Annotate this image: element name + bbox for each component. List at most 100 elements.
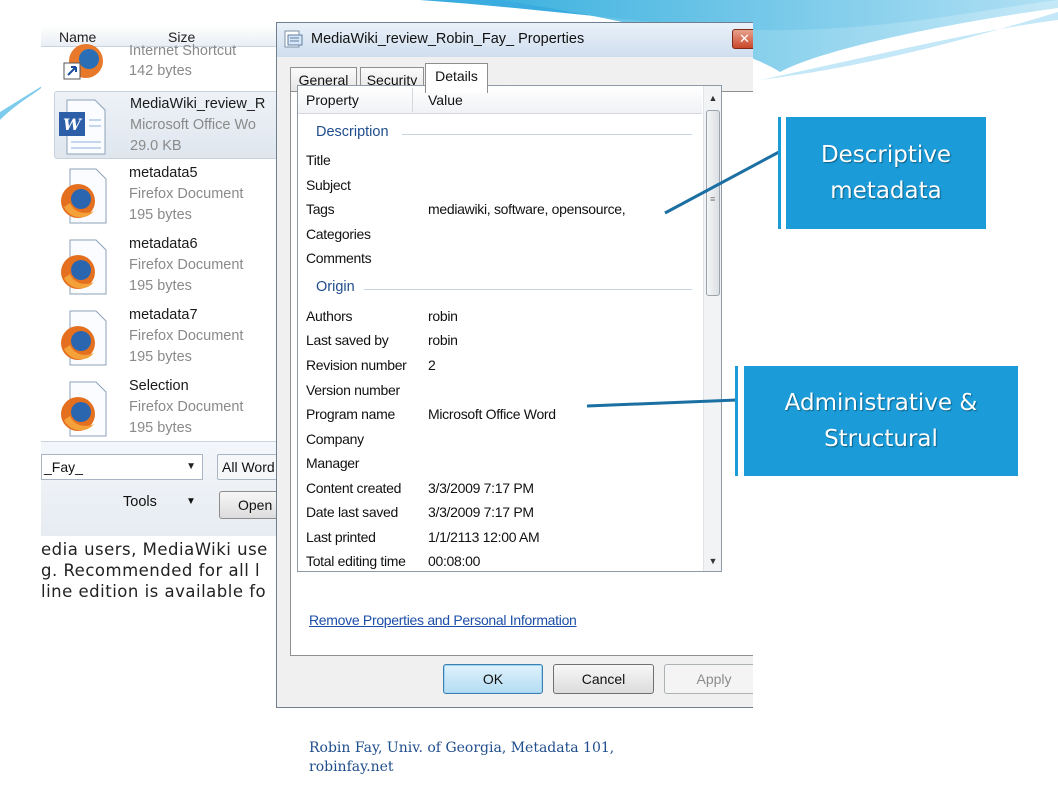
file-size: 195 bytes: [129, 207, 192, 223]
callout-line: Administrative &: [784, 390, 978, 416]
file-name: metadata7: [129, 307, 198, 323]
remove-properties-link[interactable]: Remove Properties and Personal Informati…: [309, 612, 577, 628]
property-row[interactable]: Authors robin: [298, 306, 702, 330]
file-type: Firefox Document: [129, 399, 244, 415]
file-item-metadata7[interactable]: metadata7 Firefox Document 195 bytes: [54, 303, 281, 371]
open-button[interactable]: Open: [219, 491, 281, 519]
ok-button[interactable]: OK: [443, 664, 543, 694]
property-row[interactable]: Manager: [298, 453, 702, 477]
file-type: Microsoft Office Wo: [130, 117, 256, 133]
callout-bar-administrative: [735, 366, 738, 476]
property-row[interactable]: Comments: [298, 248, 702, 272]
close-icon: ✕: [739, 31, 750, 46]
web-text-line: g. Recommended for all l: [41, 561, 261, 580]
property-name: Date last saved: [306, 504, 398, 520]
group-divider: [402, 134, 692, 135]
property-name: Comments: [306, 250, 372, 266]
cancel-button[interactable]: Cancel: [553, 664, 654, 694]
file-name: Internet Shortcut: [129, 43, 237, 59]
file-size: 142 bytes: [129, 63, 192, 79]
property-value: 00:08:00: [428, 553, 481, 569]
file-item-shortcut[interactable]: Internet Shortcut 142 bytes: [54, 43, 281, 91]
property-value: Microsoft Office Word: [428, 406, 556, 422]
tab-details[interactable]: Details: [425, 63, 488, 93]
property-name: Content created: [306, 480, 402, 496]
file-item-metadata6[interactable]: metadata6 Firefox Document 195 bytes: [54, 232, 281, 300]
footer-line: robinfay.net: [309, 759, 394, 775]
callout-bar-descriptive: [778, 117, 781, 229]
property-name: Total editing time: [306, 553, 406, 569]
column-property[interactable]: Property: [306, 92, 359, 108]
apply-button[interactable]: Apply: [664, 664, 753, 694]
file-item-mediawiki-review[interactable]: W MediaWiki_review_R Microsoft Office Wo…: [54, 91, 281, 159]
property-name: Last printed: [306, 529, 376, 545]
scrollbar-thumb[interactable]: ≡: [706, 110, 720, 296]
dialog-titlebar[interactable]: MediaWiki_review_Robin_Fay_ Properties ✕: [277, 23, 753, 57]
property-row[interactable]: Date last saved 3/3/2009 7:17 PM: [298, 502, 702, 526]
group-origin: Origin: [316, 279, 355, 295]
filename-value: _Fay_: [44, 459, 83, 475]
callout-line: Structural: [824, 426, 938, 452]
file-explorer-background: Name Size Internet Shortcut 142 bytes W …: [41, 27, 281, 623]
file-type: Firefox Document: [129, 257, 244, 273]
property-name: Categories: [306, 226, 371, 242]
file-size: 29.0 KB: [130, 138, 182, 154]
property-value: 3/3/2009 7:17 PM: [428, 504, 534, 520]
column-divider[interactable]: [412, 88, 413, 112]
property-list[interactable]: Property Value Description Title Subject…: [297, 85, 722, 572]
file-size: 195 bytes: [129, 349, 192, 365]
file-name: MediaWiki_review_R: [130, 96, 266, 112]
property-value: 1/1/2113 12:00 AM: [428, 529, 540, 545]
file-name: Selection: [129, 378, 189, 394]
dialog-title: MediaWiki_review_Robin_Fay_ Properties: [311, 31, 585, 47]
filetype-value: All Word: [222, 459, 275, 475]
document-properties-icon: [284, 30, 303, 48]
web-text-line: edia users, MediaWiki use: [41, 540, 268, 559]
property-row[interactable]: Program name Microsoft Office Word: [298, 404, 702, 428]
filename-input[interactable]: _Fay_ ▼: [41, 454, 203, 480]
property-row[interactable]: Last saved by robin: [298, 330, 702, 354]
property-value: robin: [428, 332, 458, 348]
file-item-selection[interactable]: Selection Firefox Document 195 bytes: [54, 374, 281, 442]
property-row[interactable]: Subject: [298, 175, 702, 199]
property-name: Program name: [306, 406, 395, 422]
tools-menu[interactable]: Tools: [123, 494, 157, 510]
property-value: 2: [428, 357, 436, 373]
property-name: Authors: [306, 308, 353, 324]
group-description: Description: [316, 124, 389, 140]
scroll-down-arrow-icon[interactable]: ▼: [704, 553, 721, 569]
property-row[interactable]: Last printed 1/1/2113 12:00 AM: [298, 527, 702, 551]
property-name: Company: [306, 431, 364, 447]
property-name: Revision number: [306, 357, 407, 373]
property-row[interactable]: Company: [298, 429, 702, 453]
property-row[interactable]: Total editing time 00:08:00: [298, 551, 702, 571]
close-button[interactable]: ✕: [732, 29, 753, 49]
firefox-document-icon: [61, 168, 107, 224]
slide-footer: Robin Fay, Univ. of Georgia, Metadata 10…: [309, 739, 639, 777]
group-divider: [364, 289, 692, 290]
property-row[interactable]: Version number: [298, 380, 702, 404]
word-document-icon: W: [59, 99, 106, 155]
filetype-select[interactable]: All Word: [217, 454, 281, 480]
scroll-up-arrow-icon[interactable]: ▲: [704, 90, 721, 106]
file-name: metadata6: [129, 236, 198, 252]
property-value: mediawiki, software, opensource,: [428, 201, 626, 217]
svg-text:W: W: [63, 115, 83, 134]
property-list-header: Property Value: [298, 86, 702, 114]
chevron-down-icon[interactable]: ▼: [186, 496, 196, 507]
file-dialog-footer: _Fay_ ▼ All Word Tools ▼ Open: [41, 441, 281, 536]
property-row[interactable]: Title: [298, 150, 702, 174]
file-item-metadata5[interactable]: metadata5 Firefox Document 195 bytes: [54, 161, 281, 229]
property-name: Title: [306, 152, 331, 168]
property-row[interactable]: Categories: [298, 224, 702, 248]
column-value[interactable]: Value: [428, 92, 463, 108]
file-size: 195 bytes: [129, 420, 192, 436]
property-row[interactable]: Tags mediawiki, software, opensource,: [298, 199, 702, 223]
property-row[interactable]: Revision number 2: [298, 355, 702, 379]
vertical-scrollbar[interactable]: ▲ ≡ ▼: [703, 86, 721, 571]
property-value: 3/3/2009 7:17 PM: [428, 480, 534, 496]
chevron-down-icon[interactable]: ▼: [186, 455, 196, 479]
property-name: Last saved by: [306, 332, 389, 348]
callout-line: Descriptive: [820, 142, 952, 168]
property-row[interactable]: Content created 3/3/2009 7:17 PM: [298, 478, 702, 502]
